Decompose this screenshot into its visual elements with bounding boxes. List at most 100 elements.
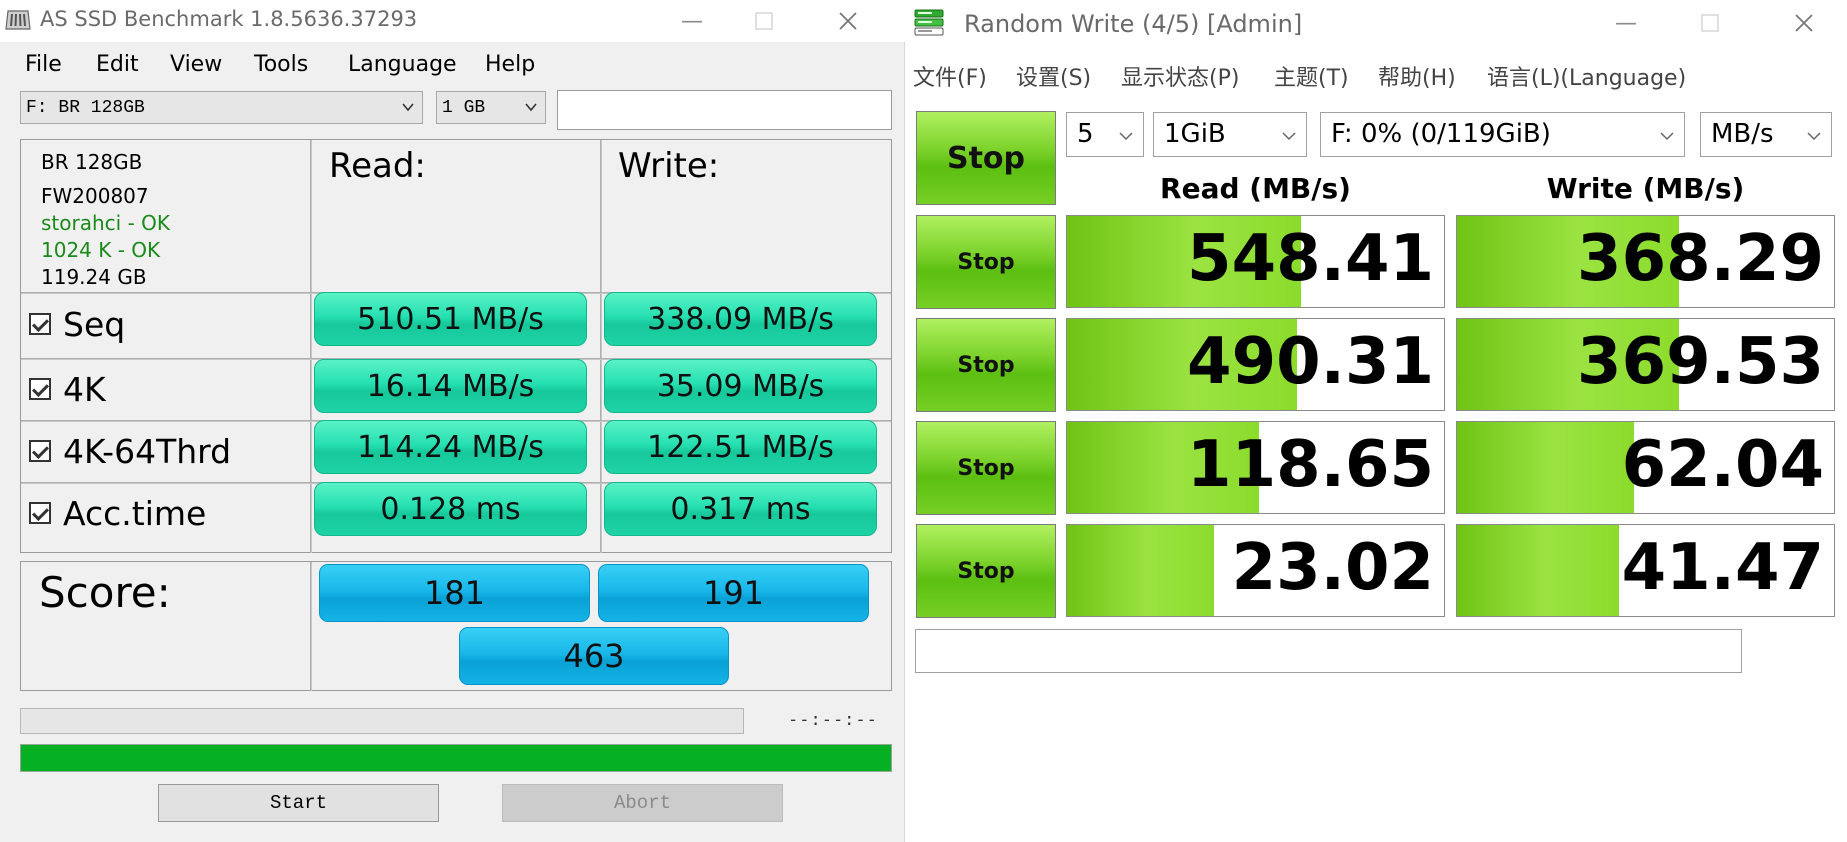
menu-bar: File Edit View Tools Language Help [0,48,905,82]
menu-view[interactable]: View [170,52,222,77]
comment-input[interactable] [915,629,1742,673]
checkbox-checked-icon[interactable] [29,313,51,335]
menu-language[interactable]: 语言(L)(Language) [1487,60,1686,92]
row-3-read-cell: 118.65 [1066,421,1445,514]
row-4-stop-button[interactable]: Stop [916,524,1056,618]
as-ssd-titlebar[interactable]: AS SSD Benchmark 1.8.5636.37293 — [0,0,905,42]
close-icon [839,12,857,30]
row-2-read-cell: 490.31 [1066,318,1445,411]
write-header: Write (MB/s) [1546,172,1745,205]
row-1-write-cell: 368.29 [1456,215,1835,308]
close-button[interactable] [828,4,868,38]
unit-select-value: MB/s [1711,119,1774,149]
row-1-read-cell: 548.41 [1066,215,1445,308]
drive-select-value: F: 0% (0/119GiB) [1331,119,1551,149]
disk-stack-icon [914,9,944,36]
test-count-value: 5 [1077,119,1094,149]
chevron-down-icon [1807,131,1821,140]
unit-select[interactable]: MB/s [1700,111,1832,157]
maximize-icon [755,12,773,30]
row-3-read-value: 118.65 [1187,428,1434,502]
stop-all-button[interactable]: Stop [916,111,1056,205]
total-progress-fill [21,745,891,771]
4k64-read-result: 114.24 MB/s [314,420,587,474]
menu-edit[interactable]: Edit [96,52,139,77]
row-4-read-value: 23.02 [1231,531,1434,605]
row-3-stop-button[interactable]: Stop [916,421,1056,515]
read-header: Read (MB/s) [1160,172,1351,205]
score-total: 463 [459,627,729,685]
checkbox-checked-icon[interactable] [29,440,51,462]
drive-icon [5,10,31,30]
minimize-icon: — [1615,10,1637,36]
driver-status: storahci - OK [41,211,170,235]
drive-select[interactable]: F: 0% (0/119GiB) [1320,111,1685,157]
row-2-read-value: 490.31 [1187,325,1434,399]
row-label-text: 4K-64Thrd [63,431,232,471]
write-header: Write: [618,146,720,186]
menu-settings[interactable]: 设置(S) [1016,60,1091,92]
row-3-write-cell: 62.04 [1456,421,1835,514]
row-2-write-cell: 369.53 [1456,318,1835,411]
chevron-down-icon [525,103,537,112]
row-1-stop-button[interactable]: Stop [916,215,1056,309]
minimize-button[interactable]: — [1606,6,1646,40]
menu-language[interactable]: Language [348,52,457,77]
size-select-value: 1 GB [442,97,486,118]
menu-display[interactable]: 显示状态(P) [1121,60,1239,92]
row-seq-label[interactable]: Seq [29,295,125,353]
read-header: Read: [329,146,426,186]
checkbox-checked-icon[interactable] [29,378,51,400]
row-label-text: 4K [63,369,106,409]
menu-tools[interactable]: Tools [254,52,308,77]
row-3-write-value: 62.04 [1621,428,1824,502]
start-button[interactable]: Start [158,784,439,822]
score-write: 191 [598,564,869,622]
grid-divider [600,140,602,553]
alignment-status: 1024 K - OK [41,238,161,262]
row-2-stop-button[interactable]: Stop [916,318,1056,412]
close-icon [1795,14,1813,32]
maximize-button[interactable] [1690,6,1730,40]
row-1-write-value: 368.29 [1577,222,1824,296]
drive-capacity: 119.24 GB [41,265,147,289]
menu-help[interactable]: 帮助(H) [1378,60,1456,92]
drive-select[interactable]: F: BR 128GB [20,91,423,124]
drive-select-value: F: BR 128GB [26,97,145,118]
4k-read-result: 16.14 MB/s [314,359,587,413]
row-acctime-label[interactable]: Acc.time [29,484,206,542]
menu-file[interactable]: 文件(F) [913,60,987,92]
drive-model: BR 128GB [41,150,143,174]
acctime-read-result: 0.128 ms [314,482,587,536]
row-4k64-label[interactable]: 4K-64Thrd [29,422,231,480]
abort-button[interactable]: Abort [502,784,783,822]
minimize-button[interactable]: — [672,4,712,38]
row-4-write-value: 41.47 [1621,531,1824,605]
menu-file[interactable]: File [25,52,62,77]
chevron-down-icon [1282,131,1296,140]
row-4-write-bar [1457,525,1620,616]
maximize-button[interactable] [744,4,784,38]
minimize-icon: — [681,8,703,34]
menu-help[interactable]: Help [485,52,535,77]
total-progress-bar [20,744,892,772]
row-4-write-cell: 41.47 [1456,524,1835,617]
menu-theme[interactable]: 主题(T) [1274,60,1349,92]
close-button[interactable] [1784,6,1824,40]
grid-divider [310,562,312,691]
acctime-write-result: 0.317 ms [604,482,877,536]
row-4-read-bar [1067,525,1215,616]
test-count-select[interactable]: 5 [1066,111,1144,157]
checkbox-checked-icon[interactable] [29,502,51,524]
seq-write-result: 338.09 MB/s [604,292,877,346]
maximize-icon [1701,14,1719,32]
row-4k-label[interactable]: 4K [29,360,106,418]
test-size-select[interactable]: 1GiB [1153,111,1307,157]
elapsed-time: --:--:-- [788,710,878,730]
4k-write-result: 35.09 MB/s [604,359,877,413]
window-title: AS SSD Benchmark 1.8.5636.37293 [40,7,418,31]
size-select[interactable]: 1 GB [436,91,546,124]
score-read: 181 [319,564,590,622]
comment-input[interactable] [557,90,892,130]
grid-divider [310,140,312,553]
